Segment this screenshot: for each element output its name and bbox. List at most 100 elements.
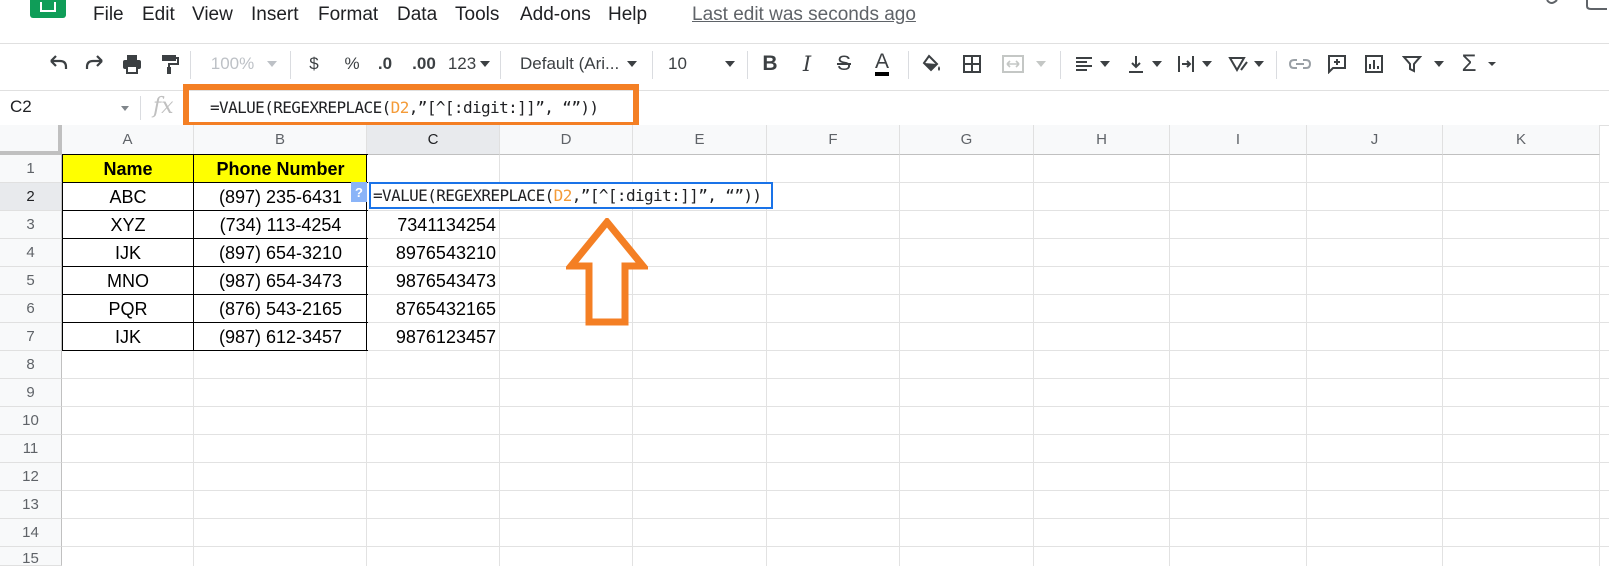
insert-link-icon[interactable] — [1286, 44, 1314, 84]
italic-button[interactable]: I — [795, 44, 819, 84]
font-size-caret-icon[interactable] — [722, 44, 738, 84]
insert-comment-icon[interactable] — [1323, 44, 1351, 84]
cell-a1[interactable]: Name — [62, 155, 194, 183]
cell-a7[interactable]: IJK — [62, 323, 194, 351]
cell-a5[interactable]: MNO — [62, 267, 194, 295]
text-wrapping-caret-icon[interactable] — [1200, 44, 1214, 84]
row-header-3[interactable]: 3 — [0, 211, 62, 239]
cell-c5[interactable]: 9876543473 — [367, 267, 500, 295]
last-edit-link[interactable]: Last edit was seconds ago — [692, 4, 916, 26]
cell-a2[interactable]: ABC — [62, 183, 194, 211]
borders-icon[interactable] — [958, 44, 986, 84]
row-header-9[interactable]: 9 — [0, 379, 62, 407]
row-header-15[interactable]: 15 — [0, 547, 62, 567]
account-icons[interactable] — [1529, 0, 1609, 12]
insert-chart-icon[interactable] — [1360, 44, 1388, 84]
text-wrapping-icon[interactable] — [1172, 44, 1200, 84]
cell-c7[interactable]: 9876123457 — [367, 323, 500, 351]
filter-icon[interactable] — [1398, 44, 1426, 84]
cell-b3[interactable]: (734) 113-4254 — [194, 211, 367, 239]
undo-icon[interactable] — [42, 44, 74, 84]
column-header-i[interactable]: I — [1170, 125, 1307, 155]
column-header-d[interactable]: D — [500, 125, 633, 155]
menu-insert[interactable]: Insert — [251, 4, 299, 26]
font-size-input[interactable]: 10 — [668, 44, 698, 84]
column-header-a[interactable]: A — [62, 125, 194, 155]
cell-b1[interactable]: Phone Number — [194, 155, 367, 183]
decrease-decimal-button[interactable]: .0 — [374, 44, 396, 84]
column-header-b[interactable]: B — [194, 125, 367, 155]
percent-format-button[interactable]: % — [341, 44, 363, 84]
strikethrough-button[interactable]: S — [832, 44, 856, 84]
row-header-4[interactable]: 4 — [0, 239, 62, 267]
menu-data[interactable]: Data — [397, 4, 437, 26]
fill-color-icon[interactable] — [918, 44, 946, 84]
menu-file[interactable]: File — [93, 4, 124, 26]
cell-c4[interactable]: 8976543210 — [367, 239, 500, 267]
row-header-1[interactable]: 1 — [0, 155, 62, 183]
name-box-caret-icon[interactable] — [121, 106, 129, 111]
cell-c2-editor[interactable]: =VALUE(REGEXREPLACE(D2 ,”[^[:digit:]]”, “… — [369, 182, 773, 209]
zoom-caret-icon[interactable] — [264, 44, 280, 84]
menu-edit[interactable]: Edit — [142, 4, 175, 26]
column-header-j[interactable]: J — [1307, 125, 1443, 155]
menu-format[interactable]: Format — [318, 4, 378, 26]
cell-b5[interactable]: (987) 654-3473 — [194, 267, 367, 295]
merge-cells-icon[interactable] — [998, 44, 1028, 84]
zoom-select[interactable]: 100% — [210, 44, 255, 84]
row-header-13[interactable]: 13 — [0, 491, 62, 519]
row-header-5[interactable]: 5 — [0, 267, 62, 295]
formula-help-button[interactable]: ? — [351, 182, 367, 202]
row-header-2[interactable]: 2 — [0, 183, 62, 211]
cell-b7[interactable]: (987) 612-3457 — [194, 323, 367, 351]
cell-c6[interactable]: 8765432165 — [367, 295, 500, 323]
cell-a3[interactable]: XYZ — [62, 211, 194, 239]
cell-c3[interactable]: 7341134254 — [367, 211, 500, 239]
name-box[interactable]: C2 — [10, 97, 32, 117]
redo-icon[interactable] — [79, 44, 111, 84]
cell-b4[interactable]: (897) 654-3210 — [194, 239, 367, 267]
cell-b2[interactable]: (897) 235-6431 — [194, 183, 367, 211]
more-formats-caret-icon[interactable] — [478, 44, 492, 84]
column-header-e[interactable]: E — [633, 125, 767, 155]
horizontal-align-icon[interactable] — [1070, 44, 1098, 84]
functions-caret-icon[interactable] — [1485, 44, 1499, 84]
font-select[interactable]: Default (Ari... — [520, 44, 620, 84]
menu-view[interactable]: View — [192, 4, 233, 26]
vertical-align-icon[interactable] — [1122, 44, 1150, 84]
column-header-c[interactable]: C — [367, 125, 500, 155]
currency-format-button[interactable]: $ — [304, 44, 324, 84]
horizontal-align-caret-icon[interactable] — [1098, 44, 1112, 84]
cell-a6[interactable]: PQR — [62, 295, 194, 323]
text-rotation-caret-icon[interactable] — [1252, 44, 1266, 84]
row-header-7[interactable]: 7 — [0, 323, 62, 351]
text-rotation-icon[interactable] — [1224, 44, 1252, 84]
merge-caret-icon[interactable] — [1034, 44, 1048, 84]
row-header-10[interactable]: 10 — [0, 407, 62, 435]
increase-decimal-button[interactable]: .00 — [410, 44, 438, 84]
cell-b6[interactable]: (876) 543-2165 — [194, 295, 367, 323]
menu-help[interactable]: Help — [608, 4, 647, 26]
row-header-12[interactable]: 12 — [0, 463, 62, 491]
cell-a4[interactable]: IJK — [62, 239, 194, 267]
menu-add-ons[interactable]: Add-ons — [520, 4, 591, 26]
text-color-button[interactable]: A — [868, 44, 896, 84]
filter-caret-icon[interactable] — [1432, 44, 1446, 84]
more-formats-button[interactable]: 123 — [446, 44, 478, 84]
row-header-8[interactable]: 8 — [0, 351, 62, 379]
bold-button[interactable]: B — [758, 44, 782, 84]
column-header-g[interactable]: G — [900, 125, 1034, 155]
column-header-k[interactable]: K — [1443, 125, 1600, 155]
column-header-h[interactable]: H — [1034, 125, 1170, 155]
menu-tools[interactable]: Tools — [455, 4, 499, 26]
select-all-corner[interactable] — [0, 125, 62, 155]
print-icon[interactable] — [116, 44, 148, 84]
row-header-11[interactable]: 11 — [0, 435, 62, 463]
font-caret-icon[interactable] — [624, 44, 640, 84]
paint-format-icon[interactable] — [153, 44, 185, 84]
row-header-6[interactable]: 6 — [0, 295, 62, 323]
functions-button[interactable]: Σ — [1458, 44, 1480, 84]
row-header-14[interactable]: 14 — [0, 519, 62, 547]
vertical-align-caret-icon[interactable] — [1150, 44, 1164, 84]
column-header-f[interactable]: F — [767, 125, 900, 155]
